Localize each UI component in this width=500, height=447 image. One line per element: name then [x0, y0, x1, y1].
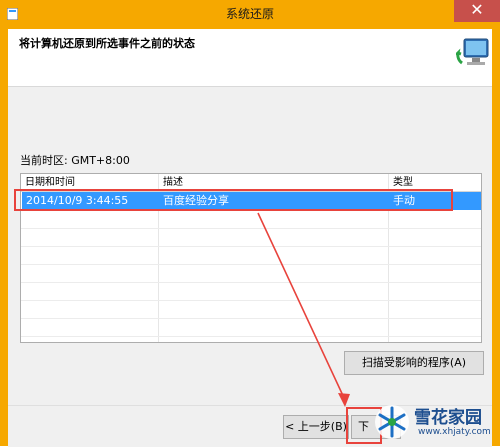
annotation-arrow [257, 212, 350, 407]
snowflake-logo-icon [375, 405, 409, 439]
watermark-url: www.xhjaty.com [418, 427, 491, 437]
watermark-brand: 雪花家园 [414, 408, 482, 428]
watermark: 雪花家园 www.xhjaty.com [370, 400, 500, 446]
